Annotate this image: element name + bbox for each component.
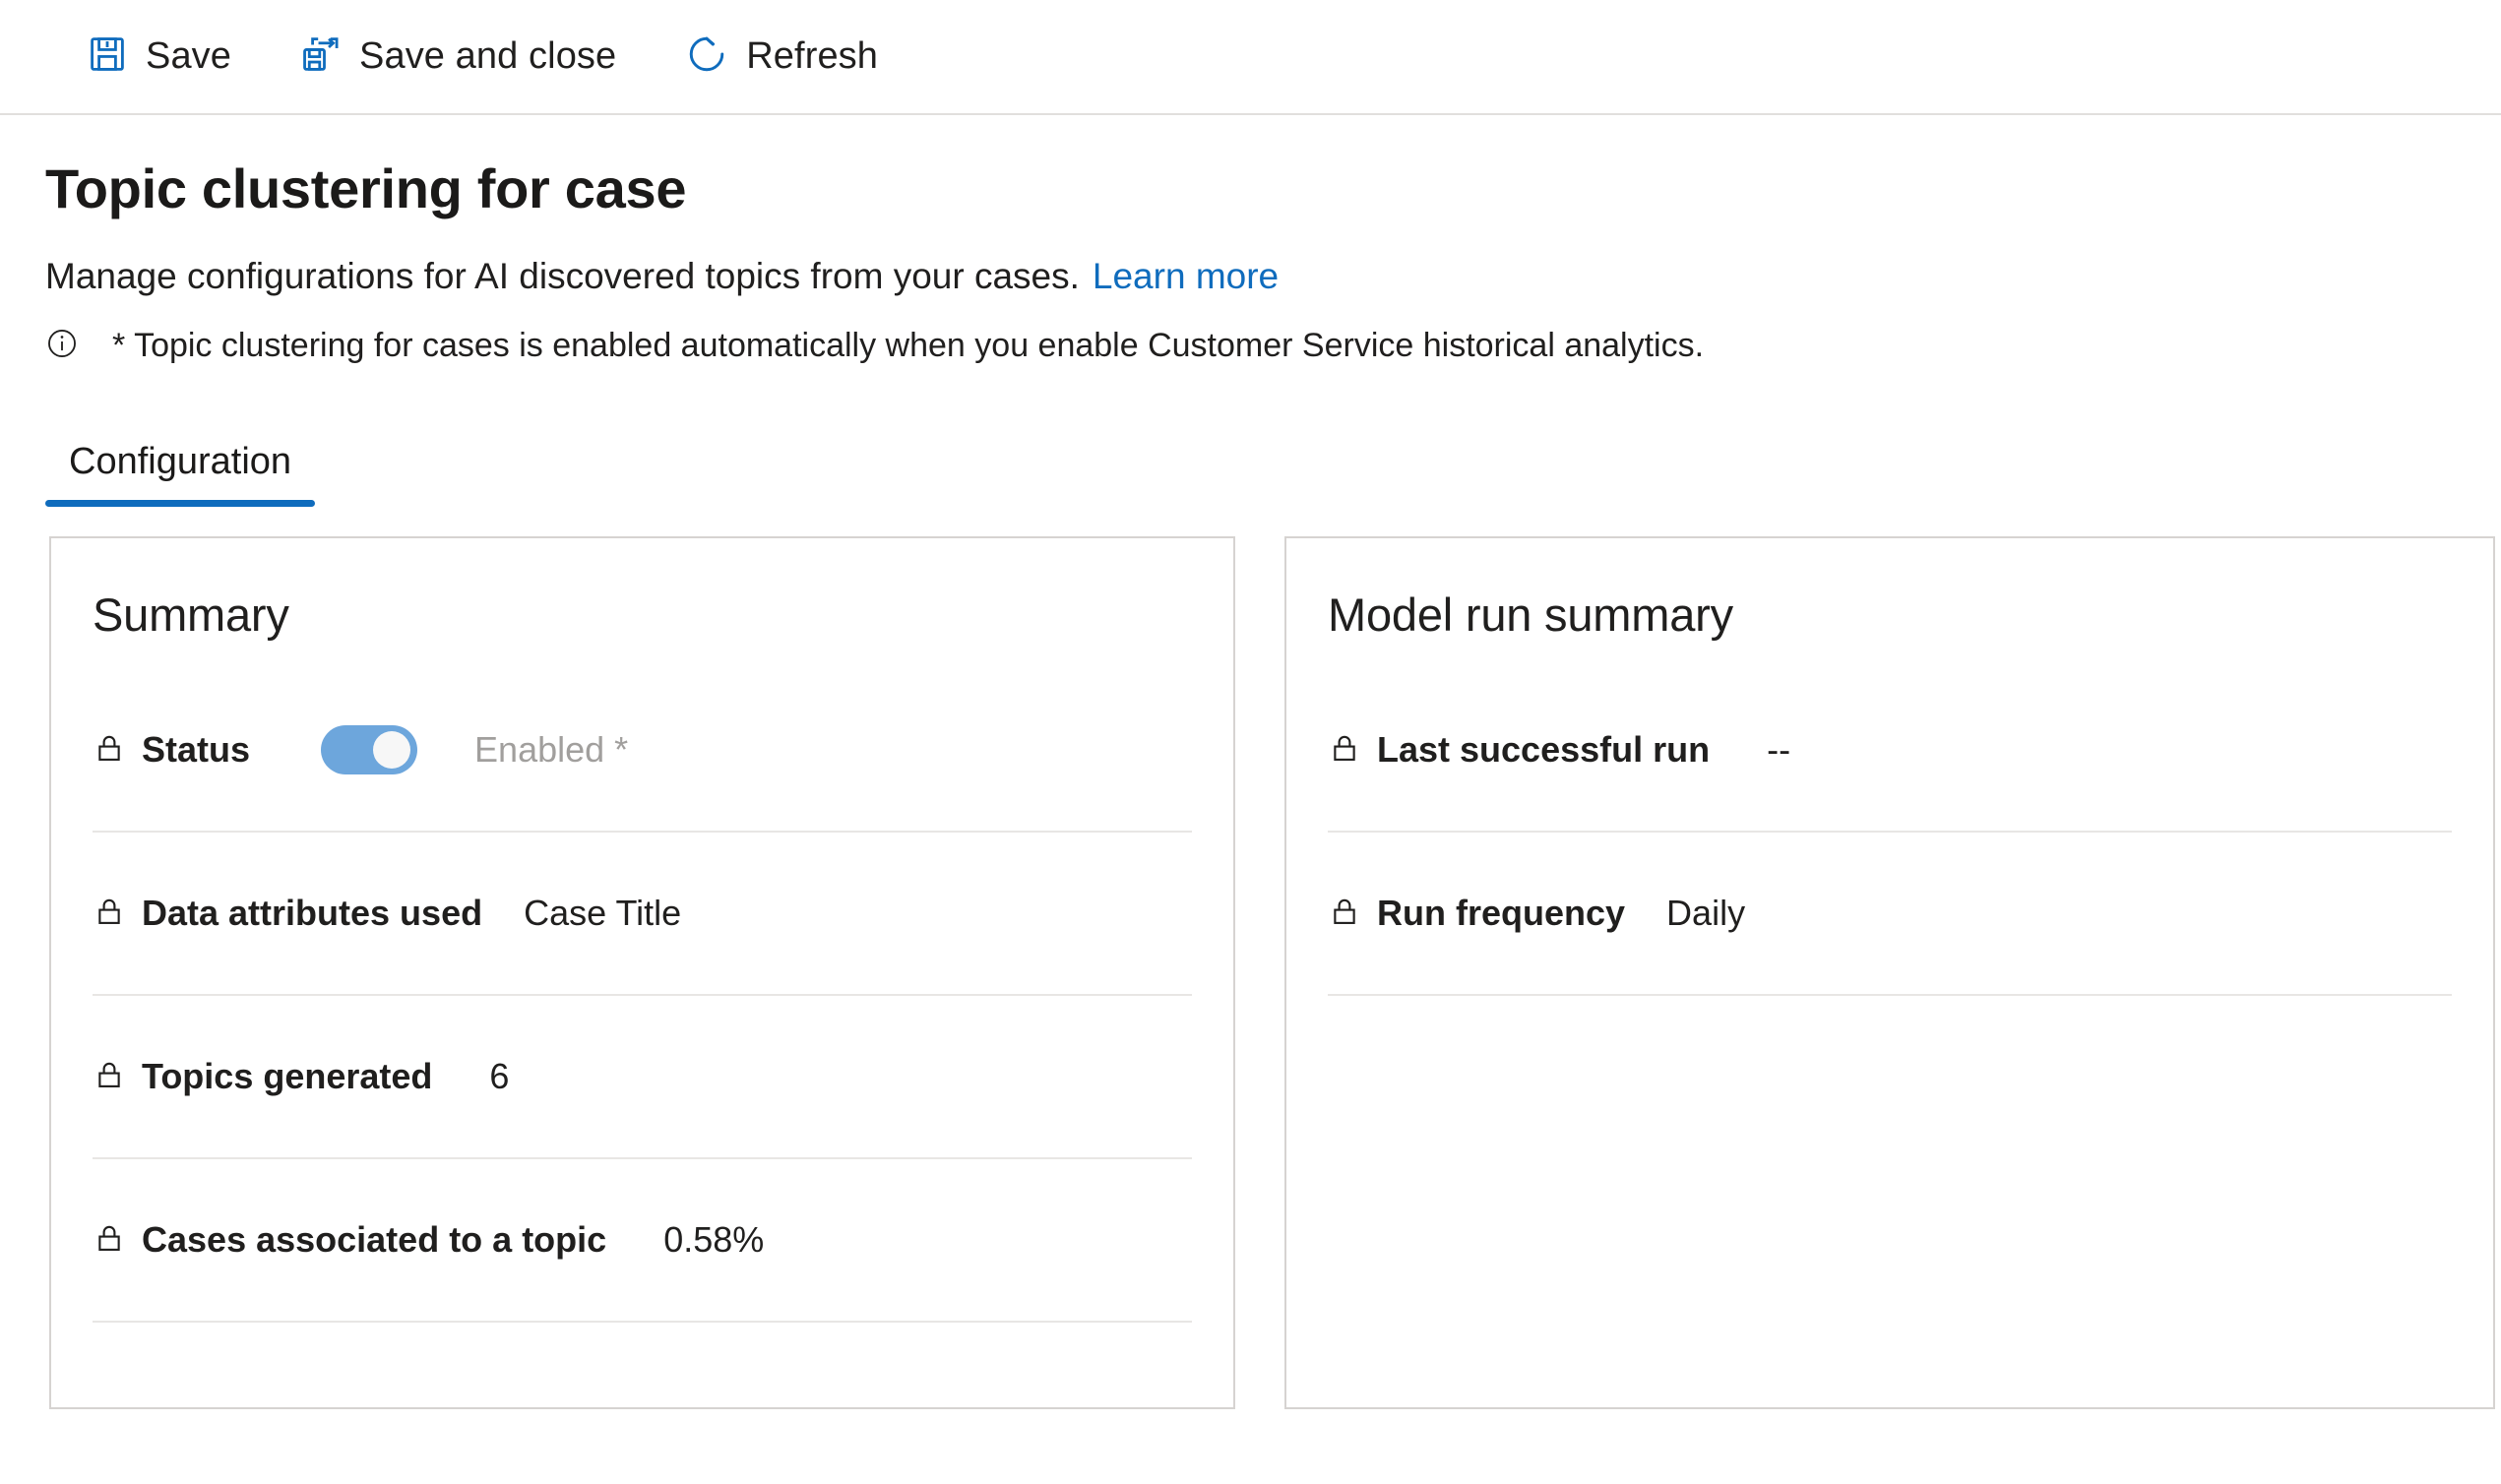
topics-generated-label: Topics generated	[93, 1056, 432, 1097]
tab-configuration-label: Configuration	[69, 441, 292, 482]
save-button-label: Save	[146, 35, 232, 77]
cases-associated-value: 0.58%	[663, 1219, 765, 1260]
last-successful-run-label: Last successful run	[1328, 729, 1710, 771]
topics-generated-label-text: Topics generated	[142, 1056, 433, 1096]
info-note-text: * Topic clustering for cases is enabled …	[112, 327, 1705, 364]
lock-icon	[93, 1058, 126, 1096]
status-toggle[interactable]	[321, 725, 418, 774]
status-toggle-knob	[373, 731, 411, 769]
status-label: Status	[93, 729, 250, 771]
field-row-status: Status Enabled *	[93, 669, 1192, 833]
summary-card-title: Summary	[93, 588, 289, 641]
save-icon	[87, 33, 128, 80]
run-frequency-label-text: Run frequency	[1377, 893, 1626, 933]
page-title: Topic clustering for case	[45, 157, 687, 219]
lock-icon	[93, 731, 126, 770]
learn-more-link[interactable]: Learn more	[1093, 256, 1279, 297]
data-attributes-used-label-text: Data attributes used	[142, 893, 483, 933]
cases-associated-label-text: Cases associated to a topic	[142, 1219, 607, 1260]
lock-icon	[93, 895, 126, 933]
page-subtitle-text: Manage configurations for AI discovered …	[45, 256, 1080, 296]
last-successful-run-label-text: Last successful run	[1377, 729, 1711, 770]
run-frequency-label: Run frequency	[1328, 893, 1625, 934]
save-button[interactable]: Save	[65, 22, 253, 93]
page-subtitle: Manage configurations for AI discovered …	[45, 256, 2501, 297]
topics-generated-value: 6	[489, 1056, 510, 1096]
refresh-button-label: Refresh	[746, 35, 879, 77]
field-row-cases-associated-to-a-topic: Cases associated to a topic 0.58%	[93, 1159, 1192, 1323]
lock-icon	[93, 1221, 126, 1260]
cases-associated-label: Cases associated to a topic	[93, 1219, 606, 1261]
refresh-button[interactable]: Refresh	[663, 22, 900, 93]
field-row-data-attributes-used: Data attributes used Case Title	[93, 833, 1192, 996]
lock-icon	[1328, 895, 1361, 933]
tab-configuration[interactable]: Configuration	[45, 441, 316, 507]
status-label-text: Status	[142, 729, 251, 770]
save-and-close-button-label: Save and close	[359, 35, 617, 77]
data-attributes-used-value: Case Title	[524, 893, 682, 933]
model-run-summary-card: Model run summary Last successful run --	[1284, 536, 2495, 1409]
info-note: * Topic clustering for cases is enabled …	[45, 327, 2501, 365]
data-attributes-used-label: Data attributes used	[93, 893, 482, 934]
page-header: Topic clustering for case Manage configu…	[0, 156, 2501, 365]
cards-container: Summary Status Enabled * Data attributes…	[0, 536, 2501, 1409]
save-and-close-button[interactable]: Save and close	[279, 22, 638, 93]
summary-card: Summary Status Enabled * Data attributes…	[49, 536, 1235, 1409]
field-row-topics-generated: Topics generated 6	[93, 996, 1192, 1159]
last-successful-run-value: --	[1767, 729, 1791, 770]
status-value: Enabled *	[474, 729, 629, 770]
command-bar: Save Save and close Refresh	[0, 0, 2501, 115]
tab-list: Configuration	[0, 412, 2501, 507]
info-icon	[45, 327, 79, 365]
refresh-icon	[685, 32, 728, 81]
field-row-last-successful-run: Last successful run --	[1328, 669, 2452, 833]
model-run-summary-card-title: Model run summary	[1328, 588, 1733, 641]
run-frequency-value: Daily	[1666, 893, 1746, 933]
save-and-close-icon	[300, 33, 342, 80]
lock-icon	[1328, 731, 1361, 770]
field-row-run-frequency: Run frequency Daily	[1328, 833, 2452, 996]
